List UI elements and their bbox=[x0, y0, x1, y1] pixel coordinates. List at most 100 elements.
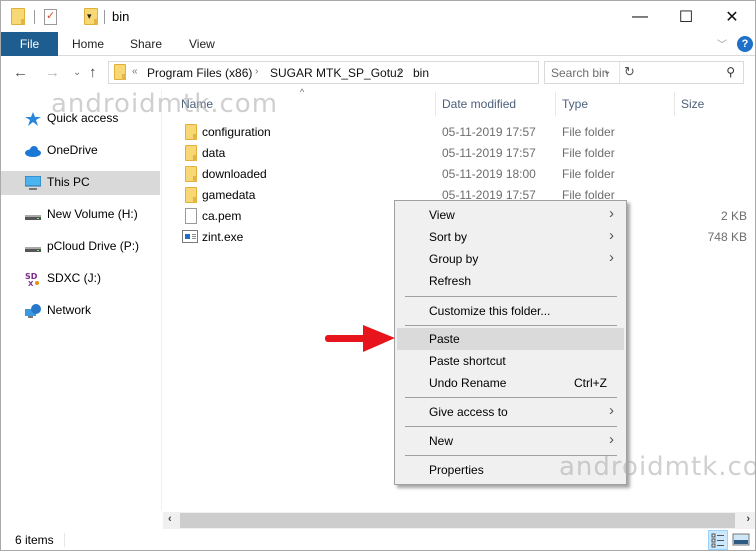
folder-icon bbox=[114, 64, 126, 80]
menu-item-label: Paste shortcut bbox=[429, 354, 506, 368]
maximize-button[interactable]: ☐ bbox=[663, 1, 709, 32]
sidebar-item-onedrive[interactable]: OneDrive bbox=[1, 139, 160, 163]
file-type: File folder bbox=[562, 125, 615, 139]
file-row[interactable]: data 05-11-2019 17:57 File folder bbox=[163, 143, 755, 164]
search-box[interactable]: Search bin ⚲ bbox=[544, 61, 744, 84]
folder-icon bbox=[185, 187, 197, 203]
file-date: 05-11-2019 17:57 bbox=[442, 146, 536, 160]
search-icon[interactable]: ⚲ bbox=[726, 65, 735, 79]
sidebar-item-pcloud-drive[interactable]: pCloud Drive (P:) bbox=[1, 235, 160, 259]
scroll-left-icon[interactable]: ‹ bbox=[168, 513, 172, 525]
customize-quick-access-icon[interactable]: ▾ bbox=[87, 11, 92, 22]
divider bbox=[104, 10, 105, 24]
breadcrumb-item[interactable]: bin bbox=[413, 66, 429, 80]
file-row[interactable]: configuration 05-11-2019 17:57 File fold… bbox=[163, 122, 755, 143]
chevron-right-icon: › bbox=[609, 402, 614, 419]
divider bbox=[34, 10, 35, 24]
menu-item-label: New bbox=[429, 434, 454, 448]
column-header-date-modified[interactable]: Date modified bbox=[442, 97, 516, 111]
tab-view[interactable]: View bbox=[189, 32, 215, 56]
tab-share[interactable]: Share bbox=[130, 32, 162, 56]
menu-item-group-by[interactable]: Group by › bbox=[397, 248, 624, 270]
details-view-icon bbox=[711, 533, 724, 548]
scroll-right-icon[interactable]: › bbox=[746, 513, 750, 525]
menu-separator bbox=[405, 296, 617, 297]
chevron-right-icon: › bbox=[609, 249, 614, 266]
expand-ribbon-icon[interactable]: ﹀ bbox=[717, 36, 727, 51]
menu-item-label: View bbox=[429, 208, 455, 222]
menu-item-label: Paste bbox=[429, 332, 460, 346]
maximize-icon: ☐ bbox=[678, 8, 694, 26]
details-view-button[interactable] bbox=[708, 530, 728, 550]
chevron-right-icon: › bbox=[609, 205, 614, 222]
file-name: gamedata bbox=[202, 188, 256, 202]
menu-item-label: Refresh bbox=[429, 274, 472, 288]
sidebar-label: SDXC (J:) bbox=[47, 271, 101, 285]
large-icons-view-button[interactable] bbox=[732, 530, 752, 550]
column-header-size[interactable]: Size bbox=[681, 97, 704, 111]
menu-item-new[interactable]: New › bbox=[397, 430, 624, 452]
column-divider[interactable] bbox=[674, 92, 675, 116]
red-arrow-annotation bbox=[325, 325, 395, 352]
sidebar-item-sdxc[interactable]: SD X SDXC (J:) bbox=[1, 267, 160, 291]
status-bar: 6 items bbox=[1, 530, 755, 550]
menu-item-refresh[interactable]: Refresh bbox=[397, 270, 624, 292]
column-header-type[interactable]: Type bbox=[562, 97, 588, 111]
window-title: bin bbox=[112, 9, 130, 24]
sort-ascending-icon: ^ bbox=[300, 87, 305, 97]
horizontal-scrollbar[interactable]: ‹ › bbox=[163, 512, 755, 529]
scrollbar-thumb[interactable] bbox=[180, 513, 735, 528]
file-row[interactable]: downloaded 05-11-2019 18:00 File folder bbox=[163, 164, 755, 185]
file-date: 05-11-2019 18:00 bbox=[442, 167, 536, 181]
file-size: 748 KB bbox=[707, 230, 747, 244]
menu-item-sort-by[interactable]: Sort by › bbox=[397, 226, 624, 248]
item-count: 6 items bbox=[15, 533, 54, 547]
file-name: data bbox=[202, 146, 226, 160]
up-button[interactable]: ↑ bbox=[89, 64, 97, 81]
sidebar-item-this-pc[interactable]: This PC bbox=[1, 171, 160, 195]
properties-icon[interactable] bbox=[44, 9, 57, 25]
ribbon: File Home Share View ﹀ ? bbox=[1, 32, 755, 56]
svg-text:X: X bbox=[28, 280, 34, 286]
menu-item-undo-rename[interactable]: Undo Rename Ctrl+Z bbox=[397, 372, 624, 394]
column-divider[interactable] bbox=[435, 92, 436, 116]
tab-file[interactable]: File bbox=[1, 32, 58, 56]
minimize-button[interactable]: — bbox=[617, 1, 663, 32]
file-icon bbox=[185, 208, 197, 224]
network-icon bbox=[25, 304, 41, 318]
menu-item-label: Group by bbox=[429, 252, 479, 266]
sidebar-item-network[interactable]: Network bbox=[1, 299, 160, 323]
recent-locations-button[interactable]: ⌄ bbox=[73, 67, 81, 78]
menu-item-paste[interactable]: Paste bbox=[397, 328, 624, 350]
file-type: File folder bbox=[562, 146, 615, 160]
menu-separator bbox=[405, 397, 617, 398]
close-button[interactable]: ✕ bbox=[709, 1, 755, 32]
search-input[interactable]: Search bin bbox=[551, 66, 608, 80]
breadcrumb-separator[interactable]: › bbox=[255, 66, 258, 77]
tab-home[interactable]: Home bbox=[72, 32, 104, 56]
breadcrumb-overflow[interactable]: « bbox=[132, 66, 138, 77]
menu-item-give-access-to[interactable]: Give access to › bbox=[397, 401, 624, 423]
menu-separator bbox=[405, 325, 617, 326]
computer-icon bbox=[25, 176, 41, 190]
menu-item-label: Sort by bbox=[429, 230, 468, 244]
divider bbox=[64, 533, 65, 547]
watermark: androidmtk.com bbox=[51, 89, 279, 119]
drive-icon bbox=[25, 247, 41, 252]
forward-button[interactable]: → bbox=[45, 64, 60, 81]
address-bar[interactable]: « Program Files (x86) › SUGAR MTK_SP_Got… bbox=[108, 61, 635, 84]
help-icon[interactable]: ? bbox=[737, 36, 753, 52]
breadcrumb-separator[interactable]: › bbox=[398, 66, 401, 77]
sidebar-item-new-volume[interactable]: New Volume (H:) bbox=[1, 203, 160, 227]
file-name: zint.exe bbox=[202, 230, 244, 244]
sidebar-label: Network bbox=[47, 303, 92, 317]
column-divider[interactable] bbox=[555, 92, 556, 116]
file-type: File folder bbox=[562, 167, 615, 181]
menu-item-customize-folder[interactable]: Customize this folder... bbox=[397, 300, 624, 322]
breadcrumb-item[interactable]: Program Files (x86) bbox=[147, 66, 252, 80]
back-button[interactable]: ← bbox=[13, 64, 28, 81]
menu-item-view[interactable]: View › bbox=[397, 204, 624, 226]
menu-item-paste-shortcut[interactable]: Paste shortcut bbox=[397, 350, 624, 372]
folder-icon bbox=[185, 124, 197, 140]
breadcrumb-item[interactable]: SUGAR MTK_SP_Gotu2 bbox=[270, 66, 403, 80]
